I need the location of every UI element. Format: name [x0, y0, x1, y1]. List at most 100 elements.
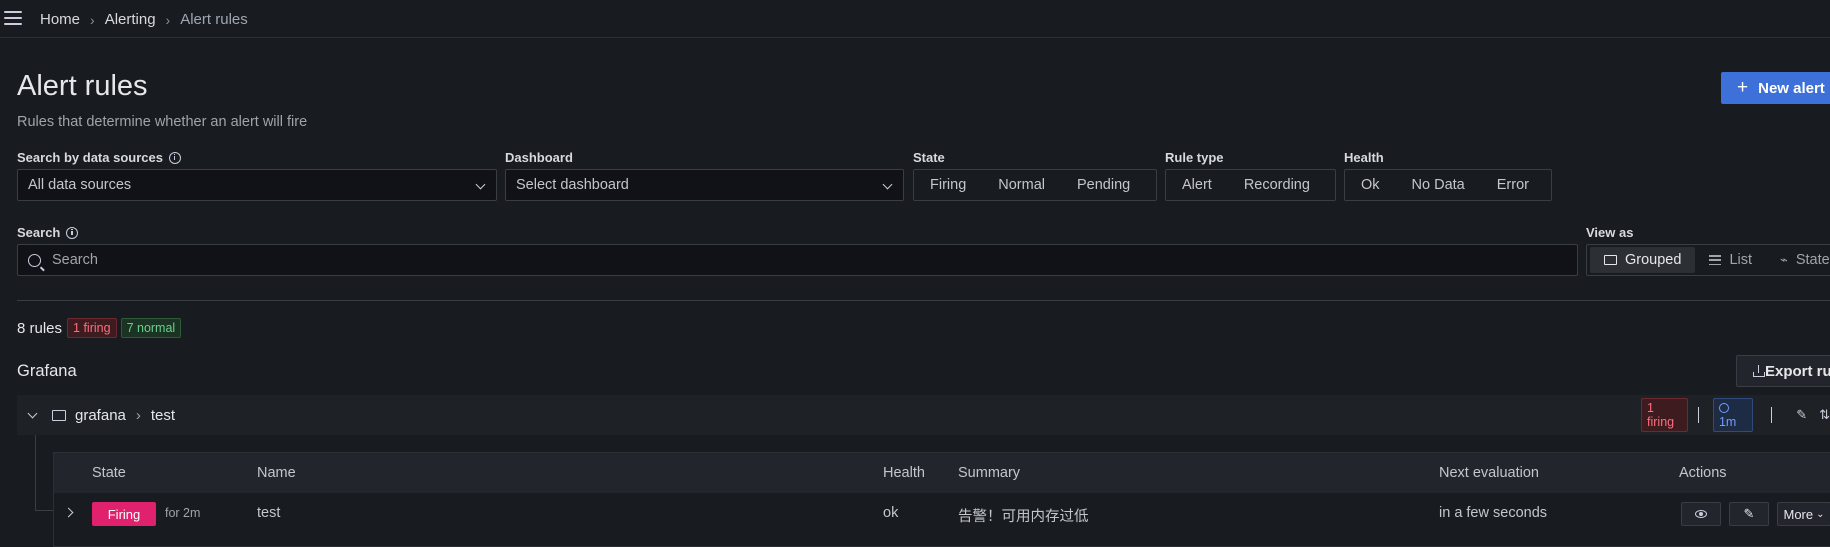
column-header-next-evaluation: Next evaluation	[1439, 465, 1539, 481]
viewas-option-grouped[interactable]: Grouped	[1590, 247, 1696, 273]
edit-icon[interactable]: ✎	[1796, 407, 1807, 423]
folder-icon	[1604, 255, 1617, 265]
table-header: State Name Health Summary Next evaluatio…	[54, 453, 1830, 493]
health-option-nodata[interactable]: No Data	[1396, 170, 1481, 200]
state-option-pending[interactable]: Pending	[1061, 170, 1146, 200]
column-header-name: Name	[257, 465, 296, 481]
clock-icon	[1718, 403, 1729, 413]
rule-name: test	[257, 505, 281, 521]
breadcrumb: Home › Alerting › Alert rules	[40, 11, 248, 28]
dashboard-select-placeholder: Select dashboard	[516, 177, 629, 193]
health-filter-group: Ok No Data Error	[1344, 169, 1552, 201]
eye-icon	[1695, 510, 1707, 518]
group-meta: 1 firing 1m ✎ ⇅	[1637, 398, 1830, 432]
search-label-text: Search	[17, 225, 61, 240]
chevron-down-icon	[882, 179, 893, 190]
evaluation-interval-badge: 1m	[1712, 398, 1754, 432]
viewas-group: Grouped List ⌁ State	[1586, 244, 1830, 276]
plus-icon: +	[1737, 77, 1749, 98]
ruletype-filter-group: Alert Recording	[1165, 169, 1336, 201]
column-header-state: State	[92, 465, 126, 481]
search-label: Search	[17, 225, 79, 240]
viewas-option-grouped-label: Grouped	[1625, 252, 1682, 268]
divider	[17, 300, 1830, 301]
more-button[interactable]: More ⌄	[1777, 502, 1830, 526]
dashboard-select[interactable]: Select dashboard	[505, 169, 904, 201]
new-alert-rule-button[interactable]: + New alert rule	[1721, 72, 1830, 104]
page-title: Alert rules	[17, 70, 148, 102]
datasource-select-value: All data sources	[28, 177, 132, 193]
rule-group-header[interactable]: grafana › test 1 firing 1m ✎ ⇅	[17, 395, 1830, 435]
top-nav-bar: Home › Alerting › Alert rules	[0, 0, 1830, 38]
edit-button[interactable]: ✎	[1729, 502, 1769, 526]
page-subtitle: Rules that determine whether an alert wi…	[17, 114, 308, 130]
chevron-right-icon[interactable]	[63, 507, 74, 518]
state-option-normal[interactable]: Normal	[982, 170, 1061, 200]
breadcrumb-alerting[interactable]: Alerting	[105, 11, 156, 28]
info-icon[interactable]	[66, 226, 79, 239]
export-rules-label: Export rules	[1765, 362, 1830, 380]
folder-open-icon	[52, 409, 66, 421]
rules-summary: 8 rules 1 firing 7 normal	[17, 318, 182, 338]
breadcrumb-current: Alert rules	[180, 11, 248, 28]
ruletype-filter-label: Rule type	[1165, 150, 1224, 165]
reorder-icon[interactable]: ⇅	[1819, 407, 1830, 423]
chevron-down-icon	[475, 179, 486, 190]
ruletype-option-alert[interactable]: Alert	[1166, 170, 1228, 200]
rule-health: ok	[883, 505, 899, 521]
search-field	[17, 244, 1578, 276]
viewas-option-state[interactable]: ⌁ State	[1766, 247, 1830, 273]
health-filter-label: Health	[1344, 150, 1384, 165]
column-header-actions: Actions	[1679, 465, 1727, 481]
rule-next-evaluation: in a few seconds	[1439, 505, 1548, 521]
viewas-option-list[interactable]: List	[1695, 247, 1766, 273]
tree-line	[35, 435, 36, 510]
path-separator-icon: ›	[135, 406, 141, 424]
info-icon[interactable]	[168, 151, 181, 164]
group-firing-badge: 1 firing	[1641, 398, 1688, 432]
view-button[interactable]	[1681, 502, 1721, 526]
dashboard-filter-label: Dashboard	[505, 150, 573, 165]
state-option-firing[interactable]: Firing	[914, 170, 982, 200]
menu-icon[interactable]	[4, 11, 22, 25]
group-folder-name: grafana	[75, 406, 126, 424]
chevron-down-icon[interactable]	[27, 408, 38, 418]
export-rules-button[interactable]: Export rules	[1736, 355, 1830, 387]
ruletype-option-recording[interactable]: Recording	[1228, 170, 1326, 200]
datasource-filter-label-text: Search by data sources	[17, 150, 163, 165]
edit-icon: ✎	[1743, 506, 1755, 521]
state-filter-label: State	[913, 150, 945, 165]
datasource-section-title: Grafana	[17, 362, 77, 380]
rules-table: State Name Health Summary Next evaluatio…	[53, 452, 1830, 547]
search-input[interactable]	[50, 251, 1454, 269]
breadcrumb-home[interactable]: Home	[40, 11, 80, 28]
divider	[1771, 407, 1773, 423]
viewas-option-list-label: List	[1729, 252, 1753, 268]
group-name: test	[150, 406, 176, 424]
state-filter-group: Firing Normal Pending	[913, 169, 1157, 201]
table-row: Firing for 2m test ok 告警！可用内存过低 in a few…	[54, 493, 1830, 535]
breadcrumb-separator-icon: ›	[90, 11, 95, 28]
health-option-ok[interactable]: Ok	[1345, 170, 1396, 200]
datasource-filter-label: Search by data sources	[17, 150, 181, 165]
chevron-down-icon: ⌄	[1816, 508, 1825, 520]
state-badge: Firing	[92, 502, 156, 526]
firing-count-badge: 1 firing	[67, 318, 117, 338]
rule-summary: 告警！可用内存过低	[958, 509, 1089, 525]
viewas-label: View as	[1586, 225, 1634, 240]
viewas-option-state-label: State	[1795, 252, 1830, 268]
group-path: grafana › test	[75, 407, 175, 424]
normal-count-badge: 7 normal	[120, 318, 182, 338]
rules-count: 8 rules	[17, 319, 63, 337]
column-header-summary: Summary	[958, 465, 1021, 481]
column-header-health: Health	[883, 465, 925, 481]
more-label: More	[1783, 506, 1814, 522]
list-icon	[1709, 255, 1722, 265]
tree-line	[35, 510, 53, 511]
datasource-select[interactable]: All data sources	[17, 169, 497, 201]
divider	[1698, 407, 1699, 423]
health-option-error[interactable]: Error	[1481, 170, 1545, 200]
heartbeat-icon: ⌁	[1780, 252, 1788, 267]
search-icon	[28, 253, 41, 267]
breadcrumb-separator-icon: ›	[165, 11, 171, 28]
